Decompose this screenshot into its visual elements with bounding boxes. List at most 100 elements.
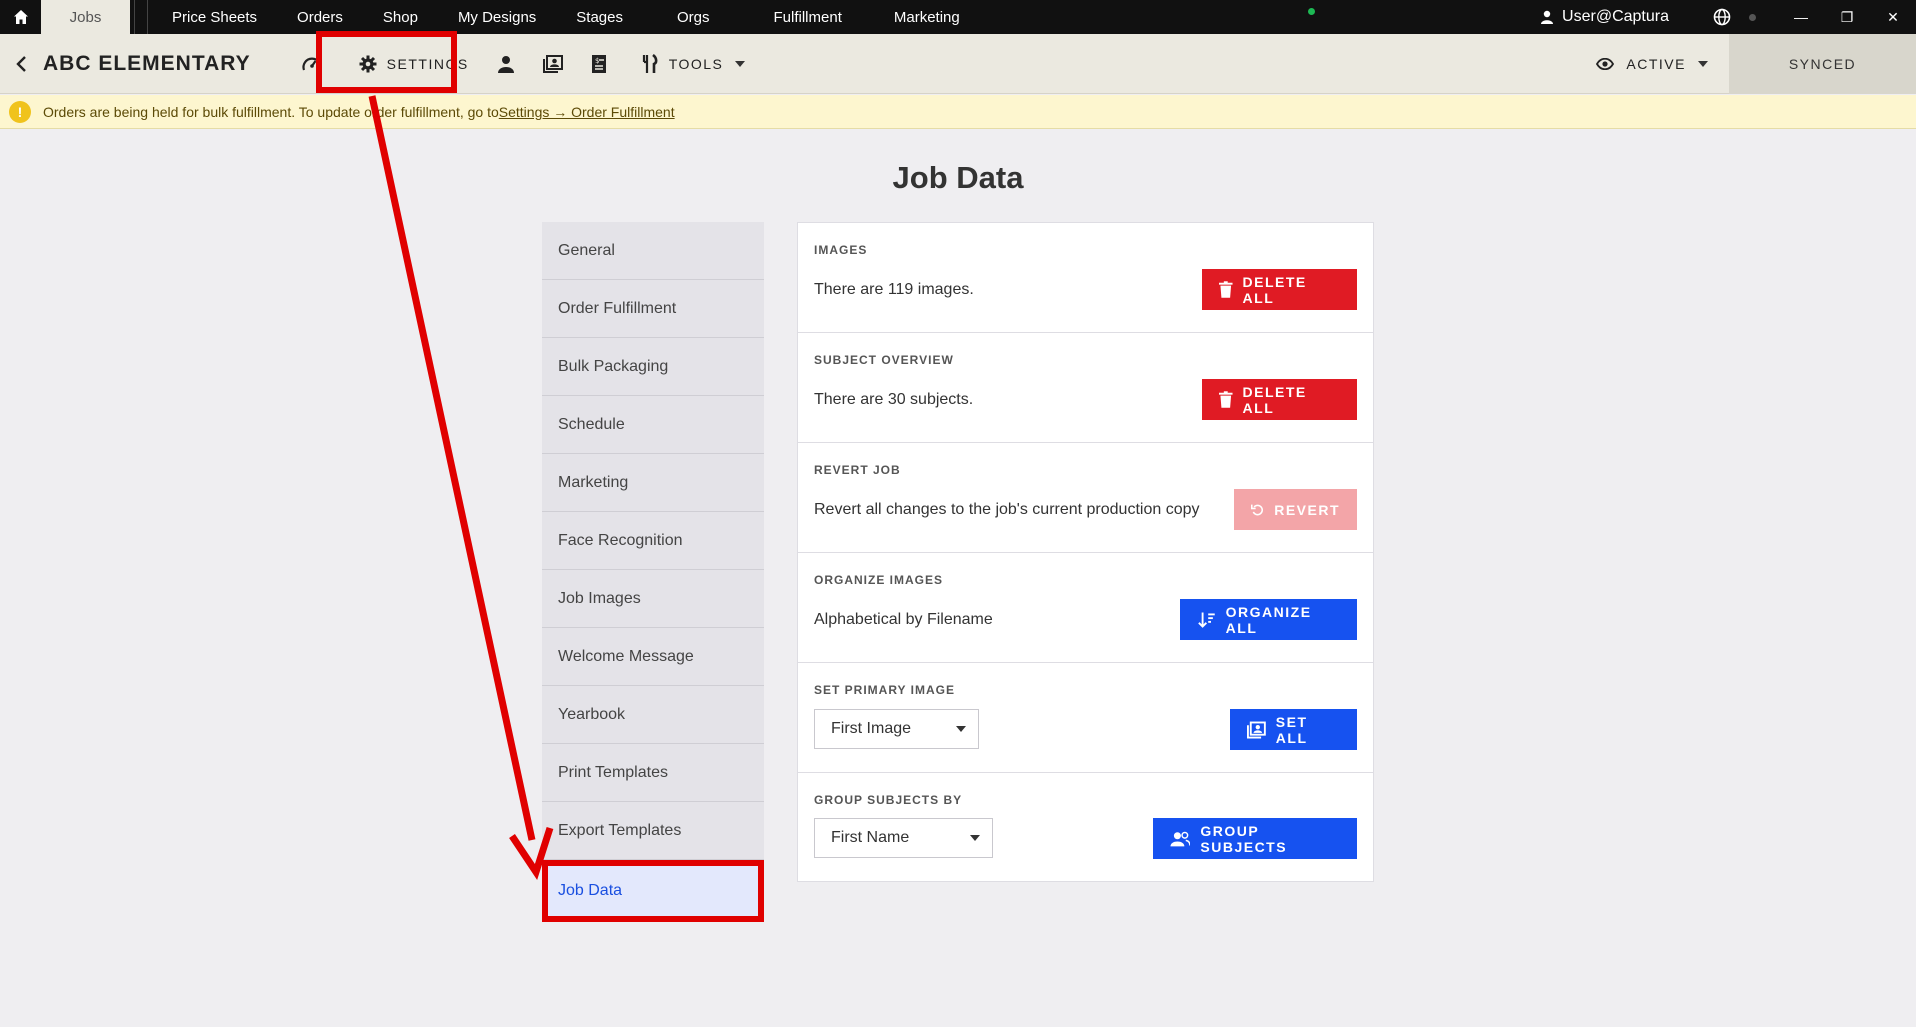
home-button[interactable]: [0, 0, 41, 34]
fulfillment-notice-banner: ! Orders are being held for bulk fulfill…: [0, 95, 1916, 129]
set-all-button[interactable]: SET ALL: [1230, 709, 1357, 750]
home-icon: [13, 10, 28, 24]
tools-icon: [642, 53, 658, 73]
portrait-photo-icon: [1247, 721, 1266, 738]
set-all-label: SET ALL: [1275, 713, 1308, 746]
subjects-count-text: There are 30 subjects.: [814, 391, 974, 408]
nav-divider: [134, 0, 148, 34]
delete-all-images-button[interactable]: DELETE ALL: [1202, 269, 1357, 310]
group-subjects-select-value: First Name: [831, 829, 910, 846]
organize-method-text: Alphabetical by Filename: [814, 611, 993, 628]
person-icon: [497, 55, 514, 73]
tools-menu[interactable]: TOOLS: [627, 34, 760, 94]
sync-status: SYNCED: [1729, 34, 1916, 94]
primary-image-select-value: First Image: [831, 720, 912, 737]
info-icon: !: [9, 100, 31, 123]
eye-icon: [1596, 58, 1615, 70]
dashboard-gauge-icon: [302, 57, 322, 70]
group-users-icon: [1170, 831, 1191, 846]
nav-shop[interactable]: Shop: [363, 0, 438, 34]
chevron-left-icon: [16, 55, 26, 72]
settings-label: SETTINGS: [386, 55, 469, 72]
set-primary-image-section: SET PRIMARY IMAGE First Image SET ALL: [798, 663, 1373, 773]
connection-dot: [1749, 13, 1756, 21]
price-list-icon: $: [591, 54, 606, 73]
user-name: User@Captura: [1562, 8, 1669, 25]
settings-nav-job-images[interactable]: Job Images: [542, 570, 764, 628]
job-title: ABC ELEMENTARY: [43, 51, 251, 75]
gear-icon: [359, 55, 377, 72]
set-primary-image-label: SET PRIMARY IMAGE: [814, 683, 956, 697]
tab-jobs[interactable]: Jobs: [41, 0, 130, 34]
sort-descending-icon: [1198, 612, 1215, 628]
portrait-photo-icon: [542, 54, 563, 73]
revert-button[interactable]: REVERT: [1234, 489, 1357, 530]
undo-icon: [1251, 504, 1263, 515]
banner-text: Orders are being held for bulk fulfillme…: [43, 103, 499, 120]
settings-button[interactable]: SETTINGS: [345, 34, 483, 94]
restore-button[interactable]: ❐: [1824, 9, 1870, 26]
group-subjects-label-text: GROUP SUBJECTS: [1200, 822, 1288, 855]
subject-overview-section: SUBJECT OVERVIEW There are 30 subjects. …: [798, 333, 1373, 443]
settings-nav-order-fulfillment[interactable]: Order Fulfillment: [542, 280, 764, 338]
price-list-button[interactable]: $: [577, 34, 621, 94]
close-window-button[interactable]: ✕: [1870, 9, 1916, 26]
banner-settings-link[interactable]: Settings → Order Fulfillment: [499, 104, 675, 120]
revert-label: REVERT: [1274, 501, 1340, 518]
group-subjects-button[interactable]: GROUP SUBJECTS: [1153, 818, 1357, 859]
revert-job-section: REVERT JOB Revert all changes to the job…: [798, 443, 1373, 553]
images-section: IMAGES There are 119 images. DELETE ALL: [798, 223, 1373, 333]
settings-nav-bulk-packaging[interactable]: Bulk Packaging: [542, 338, 764, 396]
nav-orders[interactable]: Orders: [277, 0, 363, 34]
nav-price-sheets[interactable]: Price Sheets: [152, 0, 277, 34]
settings-nav-welcome-message[interactable]: Welcome Message: [542, 628, 764, 686]
organize-all-label: ORGANIZE ALL: [1225, 603, 1312, 636]
chevron-down-icon: [1698, 61, 1708, 67]
nav-fulfillment[interactable]: Fulfillment: [742, 0, 874, 34]
organize-images-label: ORGANIZE IMAGES: [814, 573, 944, 587]
top-navigation-bar: Jobs Price Sheets Orders Shop My Designs…: [0, 0, 1916, 34]
subjects-button[interactable]: [483, 34, 529, 94]
organize-all-button[interactable]: ORGANIZE ALL: [1180, 599, 1357, 640]
group-subjects-section: GROUP SUBJECTS BY First Name GROUP SUBJE…: [798, 773, 1373, 881]
job-status-select[interactable]: ACTIVE: [1596, 34, 1708, 94]
settings-nav-export-templates[interactable]: Export Templates: [542, 802, 764, 860]
chevron-down-icon: [735, 60, 746, 67]
delete-all-subjects-label: DELETE ALL: [1242, 383, 1307, 416]
chevron-down-icon: [956, 726, 966, 732]
minimize-button[interactable]: —: [1778, 9, 1824, 25]
nav-orgs[interactable]: Orgs: [643, 0, 742, 34]
window-controls: User@Captura — ❐ ✕: [1308, 0, 1916, 34]
settings-nav-print-templates[interactable]: Print Templates: [542, 744, 764, 802]
group-subjects-select[interactable]: First Name: [814, 818, 993, 858]
revert-job-label: REVERT JOB: [814, 463, 901, 477]
page-title: Job Data: [892, 160, 1024, 195]
trash-icon: [1219, 391, 1233, 408]
back-button[interactable]: [6, 55, 36, 73]
settings-nav-yearbook[interactable]: Yearbook: [542, 686, 764, 744]
trash-icon: [1219, 281, 1233, 298]
settings-nav-schedule[interactable]: Schedule: [542, 396, 764, 454]
group-subjects-label: GROUP SUBJECTS BY: [814, 793, 963, 807]
primary-image-select[interactable]: First Image: [814, 709, 979, 749]
images-count-text: There are 119 images.: [814, 281, 974, 298]
user-menu[interactable]: User@Captura: [1540, 8, 1669, 26]
nav-stages[interactable]: Stages: [556, 0, 643, 34]
settings-sidebar: General Order Fulfillment Bulk Packaging…: [542, 222, 764, 922]
settings-nav-face-recognition[interactable]: Face Recognition: [542, 512, 764, 570]
user-icon: [1541, 10, 1554, 24]
dashboard-button[interactable]: [287, 34, 337, 94]
svg-text:$: $: [595, 57, 601, 65]
settings-nav-general[interactable]: General: [542, 222, 764, 280]
delete-all-subjects-button[interactable]: DELETE ALL: [1202, 379, 1357, 420]
tools-label: TOOLS: [668, 55, 724, 72]
nav-marketing[interactable]: Marketing: [874, 0, 980, 34]
images-label: IMAGES: [814, 243, 868, 257]
photos-button[interactable]: [529, 34, 577, 94]
settings-nav-marketing[interactable]: Marketing: [542, 454, 764, 512]
delete-all-images-label: DELETE ALL: [1242, 273, 1307, 306]
nav-my-designs[interactable]: My Designs: [438, 0, 556, 34]
globe-icon[interactable]: [1713, 8, 1731, 26]
status-dot-green: [1308, 8, 1316, 15]
settings-nav-job-data[interactable]: Job Data: [542, 860, 764, 922]
